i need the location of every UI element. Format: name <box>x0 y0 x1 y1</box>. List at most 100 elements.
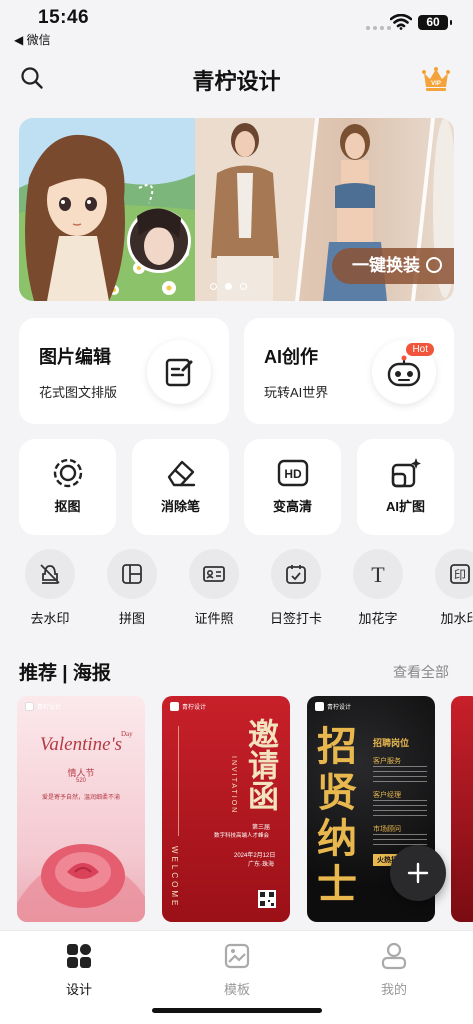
banner-cta-button[interactable]: 一键换装 <box>332 248 454 284</box>
edit-doc-icon <box>147 340 211 404</box>
tab-design[interactable]: 设计 <box>39 941 119 998</box>
mini-tool-collage[interactable]: 拼图 <box>101 549 163 627</box>
poster-brand: 青柠设计 <box>315 702 351 711</box>
home-indicator <box>152 1008 322 1013</box>
status-time: 15:46 <box>38 7 90 28</box>
banner-carousel[interactable]: 一键换装 <box>19 118 454 301</box>
logo-icon <box>170 702 179 711</box>
carousel-dots <box>210 283 247 290</box>
poster-title: 邀请函 <box>243 718 278 811</box>
card-title: 图片编辑 <box>39 347 111 367</box>
svg-text:VIP: VIP <box>431 81 441 87</box>
view-all-link[interactable]: 查看全部 <box>393 662 449 682</box>
text-icon: T <box>353 549 403 599</box>
design-grid-icon <box>39 941 119 971</box>
mini-tool-fancy-text[interactable]: T 加花字 <box>347 549 409 627</box>
poster-place: 广东·珠海 <box>248 862 274 868</box>
poster-invitation[interactable]: 青柠设计 邀请函 INVITATION WELCOME 第三届 数字科技高端人才… <box>162 696 290 922</box>
mini-tool-label: 加水印 <box>440 611 473 626</box>
tool-label: AI扩图 <box>385 499 425 514</box>
hd-icon: HD <box>275 455 311 491</box>
poster-valentine[interactable]: 青柠设计 Valentine's Day 情人节 520 爱是寄予自然，温润细柔… <box>17 696 145 922</box>
eraser-icon <box>163 455 199 491</box>
section-title: 推荐 | 海报 <box>19 663 111 684</box>
card-subtitle: 玩转AI世界 <box>264 385 329 400</box>
signal-icon <box>366 26 391 30</box>
tool-eraser[interactable]: 消除笔 <box>132 439 229 535</box>
qr-code-icon <box>258 890 276 908</box>
card-title: AI创作 <box>264 347 318 367</box>
anime-portrait-illustration <box>19 118 197 301</box>
template-icon <box>197 941 277 971</box>
tool-label: 抠图 <box>54 499 81 514</box>
job-description-lines <box>373 766 427 784</box>
job-description-lines <box>373 800 427 818</box>
poster-brand: 青柠设计 <box>170 702 206 711</box>
divider-line <box>178 726 179 836</box>
poster-event: 数字科技高端人才峰会 <box>214 833 270 839</box>
tool-hd[interactable]: HD 变高清 <box>244 439 341 535</box>
tab-label: 我的 <box>380 982 407 997</box>
mini-tool-label: 拼图 <box>118 611 145 626</box>
carousel-dot-active <box>225 283 232 290</box>
id-photo-icon <box>189 549 239 599</box>
card-ai-create[interactable]: AI创作 玩转AI世界 Hot <box>244 318 454 424</box>
cutout-icon <box>50 455 86 491</box>
poster-title: 招贤纳士 <box>317 725 357 907</box>
svg-text:HD: HD <box>284 467 302 481</box>
mini-tool-daily-checkin[interactable]: 日签打卡 <box>265 549 327 627</box>
poster-edition: 第三届 <box>252 825 271 831</box>
mini-tool-label: 日签打卡 <box>269 611 322 626</box>
carousel-dot <box>210 283 217 290</box>
back-to-wechat[interactable]: ◀ 微信 <box>14 31 51 48</box>
poster-heading: 招聘岗位 <box>373 738 410 748</box>
wifi-icon <box>390 14 412 30</box>
poster-brand-text: 青柠设计 <box>182 705 207 711</box>
poster-partial[interactable] <box>451 696 473 922</box>
hot-badge: Hot <box>406 343 434 356</box>
mini-tool-label: 证件照 <box>194 611 234 626</box>
poster-job: 市场顾问 <box>373 826 401 833</box>
mini-tool-label: 去水印 <box>30 611 70 626</box>
tab-templates[interactable]: 模板 <box>197 941 277 998</box>
poster-job: 客户服务 <box>373 758 401 765</box>
mini-tool-remove-watermark[interactable]: 去水印 <box>19 549 81 627</box>
create-button[interactable] <box>390 845 446 901</box>
carousel-dot <box>240 283 247 290</box>
mini-tool-label: 加花字 <box>358 611 398 626</box>
poster-welcome: WELCOME <box>170 846 179 909</box>
top-nav: 青柠设计 VIP <box>0 56 473 102</box>
ai-expand-icon <box>388 455 424 491</box>
tab-label: 模板 <box>223 982 250 997</box>
remove-watermark-icon <box>25 549 75 599</box>
tool-cutout[interactable]: 抠图 <box>19 439 116 535</box>
calendar-icon <box>271 549 321 599</box>
mini-tool-id-photo[interactable]: 证件照 <box>183 549 245 627</box>
tool-ai-expand[interactable]: AI扩图 <box>357 439 454 535</box>
rose-illustration <box>17 844 145 922</box>
tab-mine[interactable]: 我的 <box>354 941 434 998</box>
profile-icon <box>354 941 434 971</box>
poster-date: 2024年2月12日 <box>234 853 276 859</box>
page-title: 青柠设计 <box>192 69 281 94</box>
tool-label: 变高清 <box>272 499 312 514</box>
svg-text:印: 印 <box>454 568 466 582</box>
banner-cta-label: 一键换装 <box>352 256 420 275</box>
poster-brand-text: 青柠设计 <box>327 705 352 711</box>
tab-label: 设计 <box>65 982 92 997</box>
plus-icon <box>407 862 429 884</box>
arrow-circle-icon <box>426 257 442 273</box>
card-subtitle: 花式图文排版 <box>39 385 118 400</box>
logo-icon <box>315 702 324 711</box>
tool-label: 消除笔 <box>160 499 200 514</box>
watermark-icon: 印 <box>435 549 473 599</box>
battery-indicator: 60 <box>418 15 452 30</box>
mini-tool-watermark[interactable]: 印 加水印 <box>429 549 473 627</box>
card-image-edit[interactable]: 图片编辑 花式图文排版 <box>19 318 229 424</box>
crown-icon[interactable]: VIP <box>421 66 451 92</box>
collage-icon <box>107 549 157 599</box>
poster-job: 客户经理 <box>373 792 401 799</box>
poster-en: INVITATION <box>230 756 237 815</box>
status-bar: 15:46 ◀ 微信 60 <box>0 0 473 52</box>
svg-text:T: T <box>371 562 385 586</box>
